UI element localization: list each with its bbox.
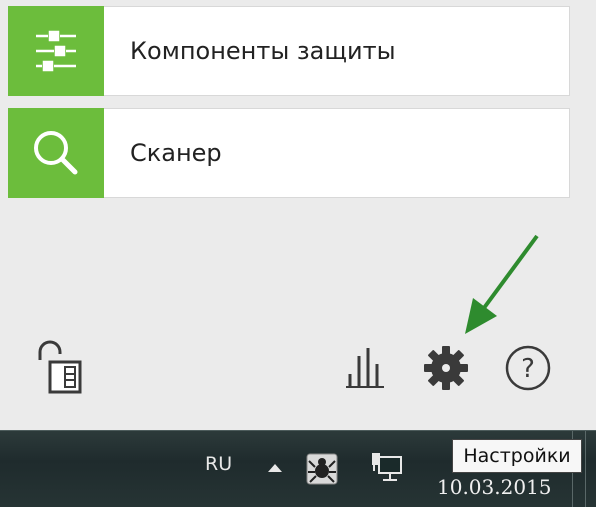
protection-lock-button[interactable]	[34, 340, 86, 396]
taskbar-date[interactable]: 10.03.2015	[437, 475, 552, 499]
drweb-tray-icon[interactable]	[304, 451, 340, 487]
help-glyph: ?	[521, 354, 535, 384]
network-icon	[372, 453, 402, 481]
scanner-icon-tile	[8, 107, 104, 198]
spider-icon	[306, 453, 338, 485]
app-panel: Компоненты защиты Сканер ?	[0, 0, 596, 430]
scanner-label: Сканер	[130, 139, 222, 167]
green-arrow-annotation	[465, 234, 539, 334]
bar-chart-icon	[346, 348, 384, 388]
gear-icon	[424, 346, 468, 390]
settings-button[interactable]	[420, 342, 472, 394]
sliders-icon	[36, 30, 76, 71]
components-label: Компоненты защиты	[130, 37, 396, 65]
help-circle-icon: ?	[505, 345, 551, 391]
components-icon-tile	[8, 5, 104, 96]
components-menu-item[interactable]: Компоненты защиты	[8, 5, 570, 96]
unlocked-padlock-icon	[38, 340, 82, 394]
settings-tooltip: Настройки	[452, 439, 582, 473]
statistics-button[interactable]	[342, 344, 388, 390]
show-hidden-icons-button[interactable]	[268, 464, 282, 472]
network-tray-icon[interactable]	[370, 451, 404, 487]
search-icon	[34, 130, 78, 174]
language-indicator[interactable]: RU	[205, 453, 232, 475]
help-button[interactable]: ?	[504, 344, 552, 392]
scanner-menu-item[interactable]: Сканер	[8, 107, 570, 198]
